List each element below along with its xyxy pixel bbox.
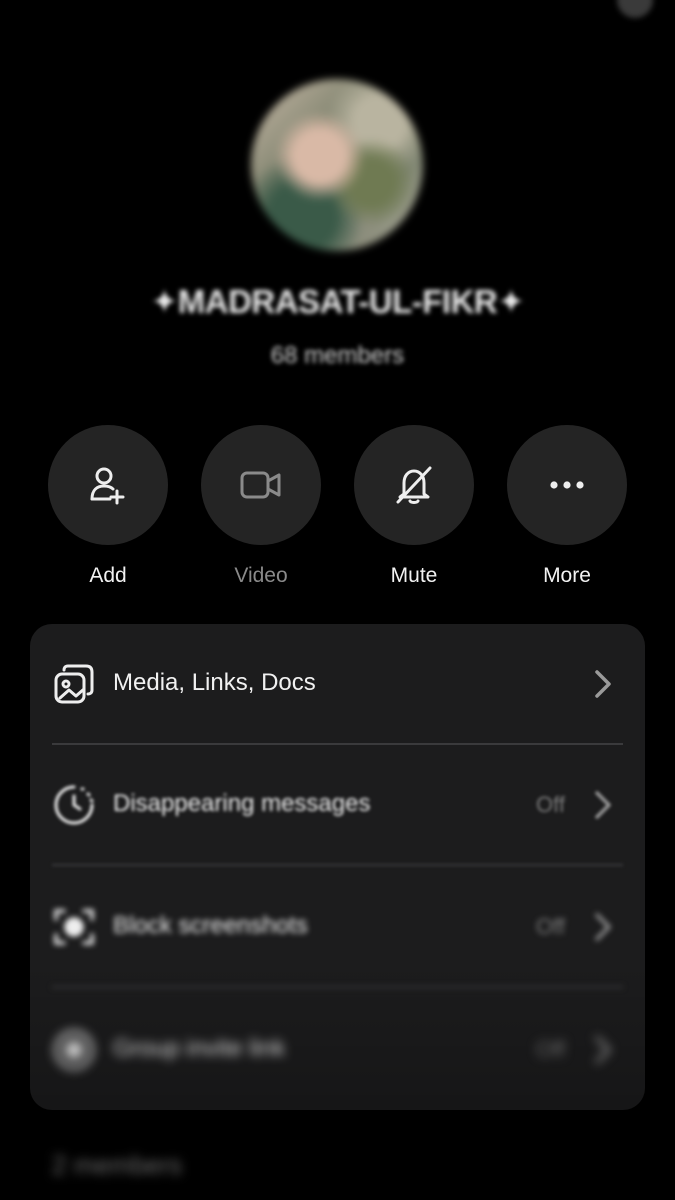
video-button[interactable]: Video — [201, 425, 321, 588]
video-button-circle[interactable] — [201, 425, 321, 545]
bell-off-icon — [396, 466, 432, 504]
group-avatar[interactable] — [251, 79, 423, 251]
video-label: Video — [234, 564, 288, 587]
chevron-right-icon — [595, 670, 611, 698]
settings-card: Media, Links, Docs Disappearing messages… — [30, 624, 645, 1110]
mute-label: Mute — [390, 564, 438, 587]
mute-button[interactable]: Mute — [354, 425, 474, 588]
close-icon[interactable] — [617, 0, 653, 18]
add-label: Add — [89, 564, 127, 587]
block-screenshots-value: Off — [536, 914, 565, 939]
chevron-right-icon — [595, 791, 611, 819]
divider — [52, 986, 623, 988]
more-dots-icon — [550, 481, 584, 489]
group-invite-link-label: Group invite link — [113, 1035, 286, 1062]
timer-icon — [54, 785, 94, 825]
more-label: More — [543, 564, 591, 587]
more-button[interactable]: More — [507, 425, 627, 588]
member-count: 68 members — [270, 342, 405, 369]
chevron-right-icon — [595, 1036, 611, 1064]
disappearing-messages-label: Disappearing messages — [113, 790, 371, 817]
disappearing-messages-value: Off — [536, 792, 565, 817]
media-gallery-icon — [54, 664, 94, 704]
block-screenshots-row[interactable]: Block screenshots Off — [30, 867, 645, 987]
add-button-circle[interactable] — [48, 425, 168, 545]
add-person-icon — [90, 467, 125, 505]
chevron-right-icon — [595, 913, 611, 941]
media-links-docs-label: Media, Links, Docs — [113, 669, 316, 696]
mute-button-circle[interactable] — [354, 425, 474, 545]
divider — [52, 864, 623, 866]
disappearing-messages-row[interactable]: Disappearing messages Off — [30, 745, 645, 865]
group-invite-link-row[interactable]: Group invite link Off — [30, 990, 645, 1110]
screenshot-block-icon — [54, 909, 94, 945]
link-icon — [54, 1030, 94, 1070]
action-bar: Add Video Mute More — [48, 425, 628, 588]
group-name: ✦MADRASAT-UL-FIKR✦ — [150, 283, 525, 320]
block-screenshots-label: Block screenshots — [113, 912, 308, 939]
more-button-circle[interactable] — [507, 425, 627, 545]
add-button[interactable]: Add — [48, 425, 168, 588]
media-links-docs-row[interactable]: Media, Links, Docs — [30, 624, 645, 744]
members-heading: 2 members — [52, 1150, 183, 1180]
video-camera-icon — [240, 471, 281, 499]
group-invite-link-value: Off — [536, 1037, 565, 1062]
